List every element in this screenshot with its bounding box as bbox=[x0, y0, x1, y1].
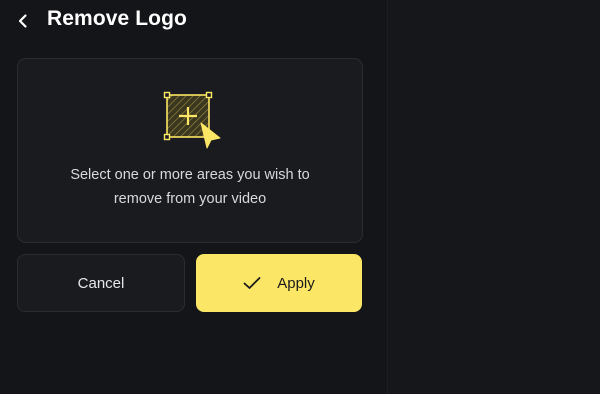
select-area-card[interactable]: Select one or more areas you wish to rem… bbox=[17, 58, 363, 243]
instructions-line-2: remove from your video bbox=[113, 191, 267, 207]
page-title: Remove Logo bbox=[47, 7, 187, 30]
instructions-line-1: Select one or more areas you wish to bbox=[70, 167, 310, 183]
cancel-button[interactable]: Cancel bbox=[17, 254, 185, 312]
checkmark-icon bbox=[243, 276, 261, 290]
chevron-left-icon bbox=[10, 8, 36, 34]
apply-button[interactable]: Apply bbox=[196, 254, 362, 312]
cancel-label: Cancel bbox=[77, 274, 125, 292]
remove-logo-panel: Remove Logo Select one or more areas you… bbox=[0, 0, 387, 394]
apply-label: Apply bbox=[277, 274, 315, 292]
instructions-text: Select one or more areas you wish to rem… bbox=[18, 163, 362, 211]
select-area-icon bbox=[163, 90, 223, 150]
panel-header: Remove Logo bbox=[0, 0, 387, 42]
preview-area bbox=[387, 0, 600, 394]
back-button[interactable] bbox=[10, 8, 36, 34]
app-window: Remove Logo Select one or more areas you… bbox=[0, 0, 600, 394]
